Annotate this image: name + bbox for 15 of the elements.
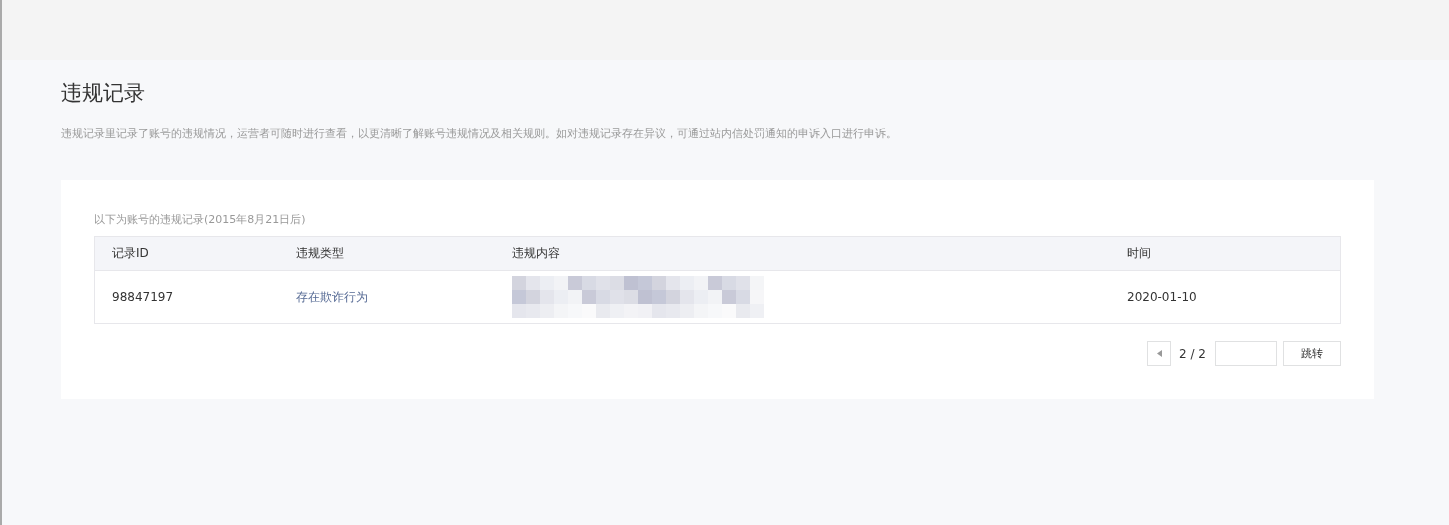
page-indicator: 2 / 2 <box>1179 346 1206 361</box>
table-caption: 以下为账号的违规记录(2015年8月21日后) <box>94 212 307 228</box>
column-header: 时间 <box>1127 245 1151 262</box>
column-header: 记录ID <box>111 245 150 262</box>
table-cell: 2020-01-10 <box>1127 290 1197 304</box>
column-header: 违规类型 <box>296 245 345 262</box>
previous-page-button[interactable] <box>1147 341 1172 366</box>
page-title: 违规记录 <box>61 80 146 107</box>
jump-button[interactable]: 跳转 <box>1283 341 1341 366</box>
caret-left-icon <box>1156 350 1162 357</box>
table-cell-text: 98847197 <box>111 290 175 304</box>
violation-type-link[interactable]: 存在欺诈行为 <box>296 288 512 306</box>
column-header: 违规内容 <box>512 245 561 262</box>
page-description: 违规记录里记录了账号的违规情况，运营者可随时进行查看，以更清晰了解账号违规情况及相关规则。如对违规记录存在异议，可通过站内信处罚通知的申诉入口进行申诉。 <box>61 126 898 142</box>
page-input-field[interactable] <box>1215 341 1277 366</box>
